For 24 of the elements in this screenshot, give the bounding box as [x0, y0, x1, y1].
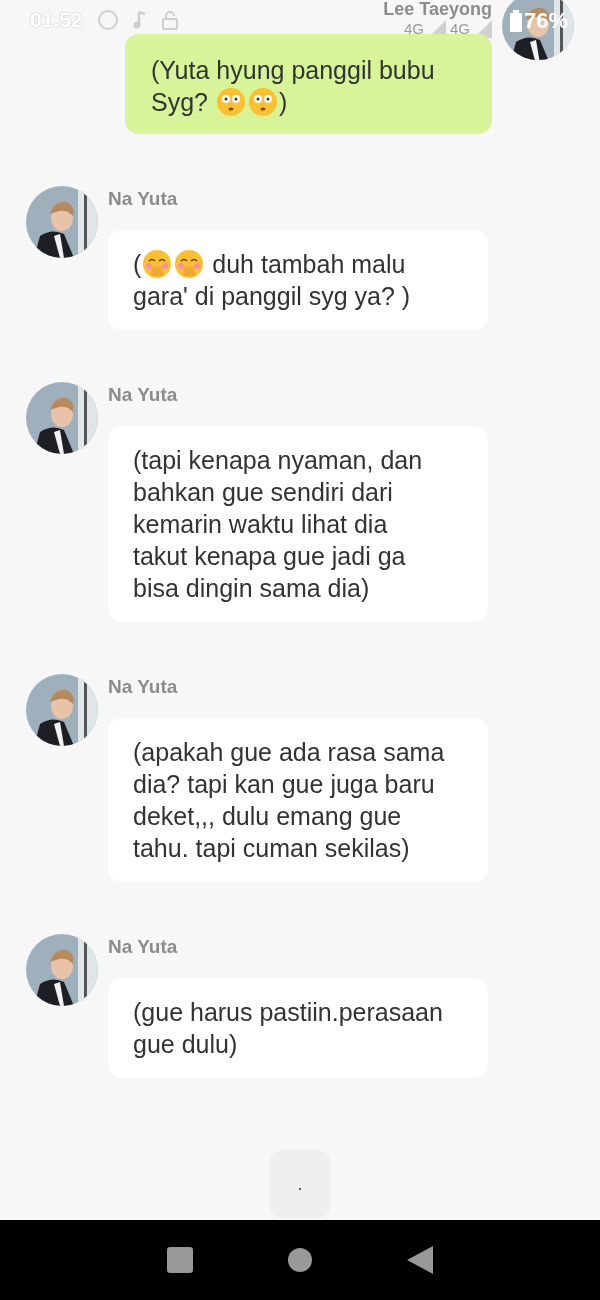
sender-name: Na Yuta [108, 936, 179, 958]
battery-level: 76% [524, 8, 569, 34]
hand-over-mouth-emoji-icon [174, 249, 205, 279]
message-text: (gue harus pastiin.perasaan gue dulu) [133, 997, 444, 1060]
flushed-emoji-icon [215, 87, 246, 117]
sender-name: Na Yuta [108, 384, 179, 406]
back-icon[interactable] [406, 1246, 433, 1274]
sender-name: Lee Taeyong [383, 0, 492, 18]
message-text: (apakah gue ada rasa sama dia? tapi kan gue juga baru deket,,, dulu emang gue tahu. tapi cuman sekilas) [133, 737, 446, 864]
network-label: 4G [403, 21, 424, 37]
sender-name: Na Yuta [108, 676, 179, 698]
sender-name: Na Yuta [108, 188, 179, 210]
network-label: 4G [450, 21, 470, 37]
flushed-emoji-icon [247, 87, 278, 117]
typing-indicator: . [269, 1150, 331, 1218]
message-text: (Yuta hyung panggil bubu Syg? ) [151, 55, 436, 118]
music-note-icon [132, 10, 147, 30]
lock-icon [160, 10, 179, 30]
square-icon[interactable] [167, 1247, 194, 1273]
hand-over-mouth-emoji-icon [142, 249, 173, 279]
message-text: (tapi kenapa nyaman, dan bahkan gue sendiri dari kemarin waktu lihat dia takut kenapa gue jadi ga bisa dingin sama dia) [133, 445, 424, 604]
battery-icon [510, 10, 522, 32]
home-icon[interactable] [288, 1248, 312, 1272]
message-text: ( duh tambah malu gara' di panggil syg ya? ) [133, 248, 412, 312]
